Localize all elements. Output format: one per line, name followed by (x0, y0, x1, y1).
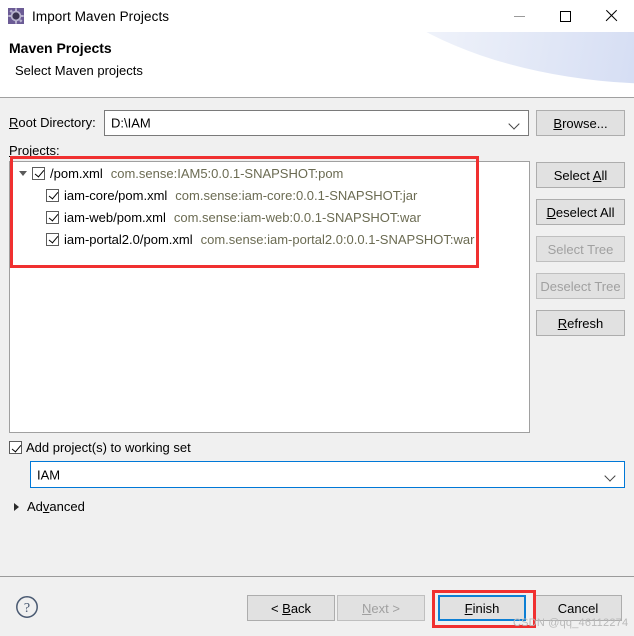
refresh-button[interactable]: Refresh (536, 310, 625, 336)
tree-row-coordinates: com.sense:iam-portal2.0:0.0.1-SNAPSHOT:w… (200, 231, 475, 247)
tree-row-coordinates: com.sense:iam-core:0.0.1-SNAPSHOT:jar (175, 187, 418, 203)
tree-row-checkbox[interactable] (46, 210, 59, 224)
root-directory-value: D:\IAM (111, 115, 151, 131)
chevron-down-icon (606, 472, 615, 481)
select-tree-button: Select Tree (536, 236, 625, 262)
add-to-working-set-row[interactable]: Add project(s) to working set (9, 440, 191, 455)
working-set-combo[interactable]: IAM (30, 461, 625, 488)
deselect-tree-label: Deselect Tree (540, 278, 621, 294)
select-all-button[interactable]: Select All (536, 162, 625, 188)
tree-row-name: /pom.xml (50, 165, 103, 181)
projects-label: Projects: (9, 143, 60, 158)
cancel-button-label: Cancel (557, 600, 599, 616)
header-decoration-swoosh (334, 32, 634, 84)
chevron-down-icon (510, 120, 519, 129)
maximize-button[interactable] (542, 0, 588, 32)
minimize-button[interactable] (496, 0, 542, 32)
root-directory-label: Root Directory: (9, 115, 96, 130)
finish-button-label: Finish (464, 600, 500, 616)
dialog-body: Root Directory: D:\IAM Browse... Project… (0, 99, 634, 636)
deselect-all-label: Deselect All (546, 204, 615, 220)
back-button[interactable]: < Back (247, 595, 335, 621)
window-title: Import Maven Projects (32, 8, 170, 24)
watermark: CSDN @qq_46112274 (513, 617, 629, 629)
wizard-header: Maven Projects Select Maven projects (0, 32, 634, 98)
tree-row-checkbox[interactable] (46, 232, 59, 246)
window-controls (496, 0, 634, 32)
select-tree-label: Select Tree (547, 241, 614, 257)
tree-row-checkbox[interactable] (46, 188, 59, 202)
tree-row-coordinates: com.sense:IAM5:0.0.1-SNAPSHOT:pom (110, 165, 344, 181)
tree-row[interactable]: iam-portal2.0/pom.xml com.sense:iam-port… (10, 228, 529, 250)
page-title: Maven Projects (9, 40, 112, 56)
tree-row-checkbox[interactable] (32, 166, 45, 180)
tree-row-name: iam-portal2.0/pom.xml (64, 231, 193, 247)
close-button[interactable] (588, 0, 634, 32)
browse-button[interactable]: Browse... (536, 110, 625, 136)
tree-row-coordinates: com.sense:iam-web:0.0.1-SNAPSHOT:war (173, 209, 421, 225)
advanced-label: Advanced (27, 499, 85, 514)
footer-divider (0, 576, 634, 577)
chevron-right-icon (11, 501, 23, 513)
working-set-value: IAM (37, 467, 61, 482)
advanced-toggle[interactable]: Advanced (11, 499, 85, 514)
tree-row[interactable]: iam-web/pom.xml com.sense:iam-web:0.0.1-… (10, 206, 529, 228)
deselect-all-button[interactable]: Deselect All (536, 199, 625, 225)
page-subtitle: Select Maven projects (15, 63, 143, 78)
svg-text:?: ? (24, 601, 30, 616)
next-button: Next > (337, 595, 425, 621)
browse-button-label: Browse... (553, 115, 608, 131)
next-button-label: Next > (362, 600, 400, 616)
close-icon (604, 9, 618, 23)
tree-row[interactable]: iam-core/pom.xml com.sense:iam-core:0.0.… (10, 184, 529, 206)
back-button-label: < Back (270, 600, 312, 616)
tree-row-name: iam-web/pom.xml (64, 209, 166, 225)
add-to-working-set-label: Add project(s) to working set (26, 440, 191, 455)
root-directory-row: Root Directory: D:\IAM Browse... (0, 110, 634, 136)
minimize-icon (513, 15, 525, 17)
select-all-label: Select All (553, 167, 608, 183)
projects-tree[interactable]: /pom.xml com.sense:IAM5:0.0.1-SNAPSHOT:p… (9, 161, 530, 433)
add-to-working-set-checkbox[interactable] (9, 441, 22, 454)
refresh-label: Refresh (557, 315, 604, 331)
help-icon[interactable]: ? (15, 595, 39, 619)
deselect-tree-button: Deselect Tree (536, 273, 625, 299)
root-directory-combo[interactable]: D:\IAM (104, 110, 529, 136)
maximize-icon (559, 10, 571, 22)
title-bar: Import Maven Projects (0, 0, 634, 32)
chevron-down-icon[interactable] (16, 166, 30, 180)
maven-gear-icon (8, 8, 24, 24)
tree-row[interactable]: /pom.xml com.sense:IAM5:0.0.1-SNAPSHOT:p… (10, 162, 529, 184)
tree-row-name: iam-core/pom.xml (64, 187, 168, 203)
header-divider (0, 97, 634, 98)
